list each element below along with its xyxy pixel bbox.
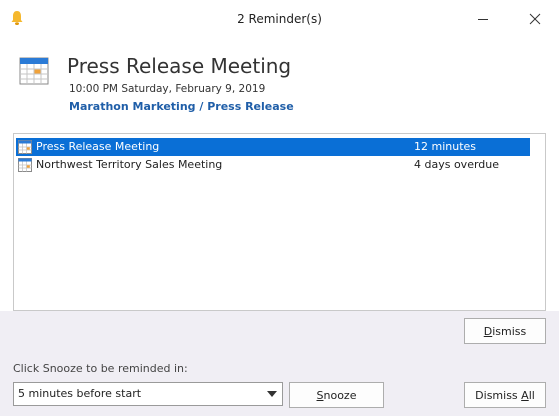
- reminder-window: 2 Reminder(s) Press Release Meeting 10:0…: [0, 0, 559, 416]
- reminder-due: 4 days overdue: [414, 158, 500, 171]
- snooze-button[interactable]: Snooze: [289, 382, 384, 408]
- reminder-location-link[interactable]: Marathon Marketing / Press Release: [69, 100, 294, 113]
- snooze-selected-value: 5 minutes before start: [18, 387, 142, 400]
- dismiss-label: Dismiss: [483, 324, 527, 338]
- calendar-icon: [18, 140, 32, 154]
- calendar-icon: [19, 57, 49, 85]
- snooze-button-label: Snooze: [316, 388, 357, 402]
- dismiss-button[interactable]: Dismiss: [464, 318, 546, 344]
- reminder-subject: Northwest Territory Sales Meeting: [36, 158, 223, 171]
- title-bar: 2 Reminder(s): [0, 0, 559, 38]
- snooze-time-dropdown[interactable]: 5 minutes before start: [13, 382, 283, 406]
- reminder-time: 10:00 PM Saturday, February 9, 2019: [69, 83, 266, 95]
- reminder-list[interactable]: Press Release Meeting 12 minutes Northwe…: [13, 133, 546, 311]
- calendar-icon: [18, 158, 32, 172]
- minimize-button[interactable]: [460, 0, 506, 38]
- reminder-subject: Press Release Meeting: [36, 140, 160, 153]
- list-item[interactable]: Northwest Territory Sales Meeting 4 days…: [16, 156, 530, 174]
- chevron-down-icon[interactable]: [266, 389, 278, 399]
- close-button[interactable]: [512, 0, 558, 38]
- dismiss-all-button[interactable]: Dismiss All: [464, 382, 546, 408]
- list-item[interactable]: Press Release Meeting 12 minutes: [16, 138, 530, 156]
- reminder-title: Press Release Meeting: [67, 54, 292, 78]
- minimize-icon: [478, 19, 488, 20]
- reminder-due: 12 minutes: [414, 140, 477, 153]
- dismiss-all-label: Dismiss All: [475, 388, 535, 402]
- close-icon: [529, 13, 541, 25]
- snooze-prompt: Click Snooze to be reminded in:: [13, 362, 188, 375]
